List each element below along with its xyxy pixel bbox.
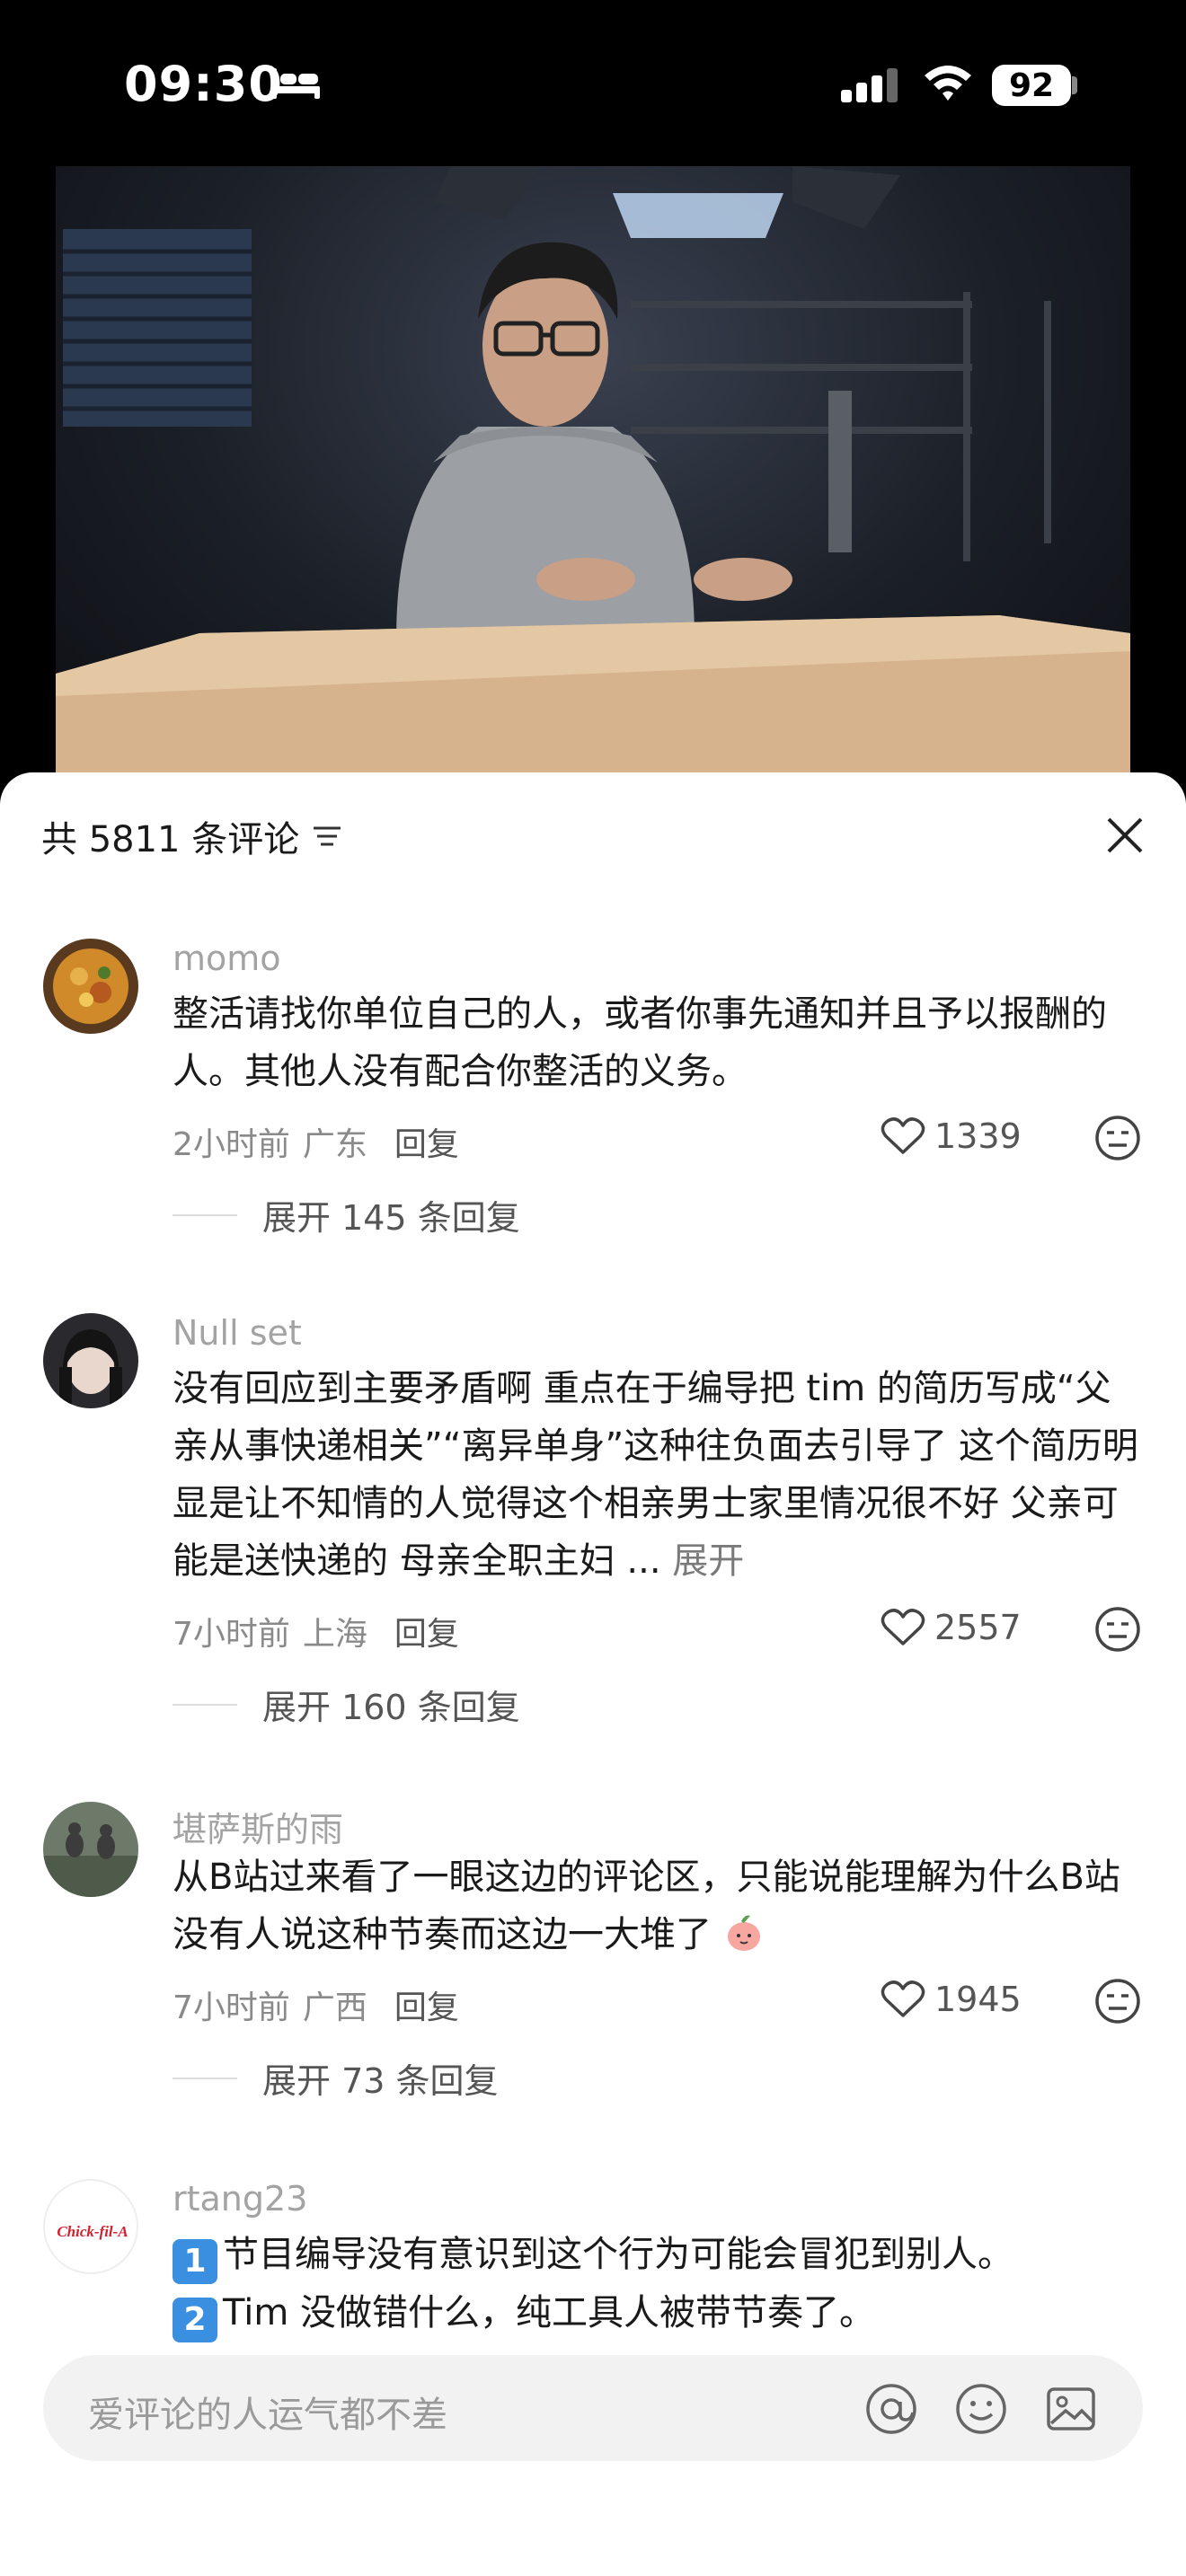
comment-time: 7小时前 [173,1616,290,1653]
emoji-smile-icon[interactable] [954,2382,1008,2436]
reply-button[interactable]: 回复 [394,1608,459,1654]
like-button[interactable]: 2557 [881,1608,1022,1647]
comment-text: 从B站过来看了一眼这边的评论区，只能说能理解为什么B站没有人说这种节奏而这边一大… [173,1857,1120,1955]
like-count: 1339 [934,1116,1022,1156]
dislike-face-icon[interactable] [1094,1978,1141,2025]
divider-line [173,1213,237,1216]
comment-content: 1 节目编导没有意识到这个行为可能会冒犯到别人。 2 Tim 没做错什么，纯工具人被… [173,2226,1143,2342]
reply-button[interactable]: 回复 [394,1981,459,2028]
comment-meta: 2小时前 广东 回复 [173,1118,459,1165]
comment-content: 没有回应到主要矛盾啊 重点在于编导把 tim 的简历写成“父亲从事快递相关”“离… [173,1360,1143,1590]
portrait-avatar-image [43,1313,138,1408]
comment-line-2: 2 Tim 没做错什么，纯工具人被带节奏了。 [173,2284,1143,2342]
expand-replies-label: 展开 73 条回复 [262,2061,499,2101]
comment-location: 广西 [302,1989,367,2026]
expand-replies-button[interactable]: 展开 73 条回复 [173,2053,499,2103]
video-player[interactable] [56,166,1130,777]
comment-meta: 7小时前 上海 回复 [173,1608,459,1654]
peach-face-emoji-icon [727,1915,760,1951]
mention-at-icon[interactable] [864,2382,918,2436]
comment-time: 7小时前 [173,1989,290,2026]
sort-filter-icon[interactable] [312,823,342,850]
status-time: 09:30 [124,56,283,112]
comment-input-bar[interactable]: 爱评论的人运气都不差 [43,2355,1143,2461]
comment-username[interactable]: momo [173,939,281,978]
comment-location: 上海 [302,1616,367,1653]
landscape-avatar-image [43,1802,138,1897]
food-avatar-image [43,939,138,1034]
avatar[interactable] [43,1802,138,1897]
expand-replies-button[interactable]: 展开 145 条回复 [173,1190,520,1239]
expand-text-link[interactable]: 展开 [672,1540,744,1582]
image-picker-icon[interactable] [1044,2382,1098,2436]
battery-tip [1072,76,1077,94]
like-count: 1945 [934,1980,1022,2019]
comments-header: 共 5811 条评论 [41,810,342,862]
comment-line-1: 1 节目编导没有意识到这个行为可能会冒犯到别人。 [173,2226,1143,2284]
comment-username[interactable]: 堪萨斯的雨 [173,1802,343,1851]
expand-replies-label: 展开 145 条回复 [262,1198,520,1238]
comments-count-title: 共 5811 条评论 [41,819,300,860]
cellular-signal-icon [841,68,898,102]
avatar[interactable] [43,939,138,1034]
comment-text: 整活请找你单位自己的人，或者你事先通知并且予以报酬的人。其他人没有配合你整活的义… [173,993,1107,1092]
heart-icon [881,1981,925,2017]
comment-meta: 7小时前 广西 回复 [173,1981,459,2028]
chick-fil-a-logo-avatar: Chick-fil-A [57,2223,128,2240]
expand-replies-label: 展开 160 条回复 [262,1688,520,1727]
video-frame [56,166,1130,777]
dislike-face-icon[interactable] [1094,1115,1141,1161]
comment-content: 从B站过来看了一眼这边的评论区，只能说能理解为什么B站没有人说这种节奏而这边一大… [173,1848,1143,1963]
keycap-number-badge: 1 [173,2239,217,2284]
heart-icon [881,1117,925,1154]
divider-line [173,2077,237,2079]
like-button[interactable]: 1945 [881,1980,1022,2019]
comment-username[interactable]: rtang23 [173,2179,307,2219]
avatar[interactable]: Chick-fil-A [43,2179,138,2274]
reply-button[interactable]: 回复 [394,1118,459,1165]
close-icon[interactable] [1102,812,1148,859]
dislike-face-icon[interactable] [1094,1606,1141,1653]
keycap-number-badge: 2 [173,2298,217,2342]
avatar[interactable] [43,1313,138,1408]
like-button[interactable]: 1339 [881,1116,1022,1156]
expand-replies-button[interactable]: 展开 160 条回复 [173,1680,520,1729]
like-count: 2557 [934,1608,1022,1647]
status-bar: 09:30 92 [0,0,1186,162]
sleep-focus-icon [271,68,320,99]
comment-line-1-text: 节目编导没有意识到这个行为可能会冒犯到别人。 [223,2234,1013,2275]
divider-line [173,1703,237,1706]
comment-location: 广东 [302,1126,367,1163]
svg-text:Chick-fil-A: Chick-fil-A [57,2223,128,2240]
comment-input-placeholder[interactable]: 爱评论的人运气都不差 [88,2386,447,2438]
heart-icon [881,1609,925,1645]
wifi-icon [925,66,971,101]
comment-line-2-text: Tim 没做错什么，纯工具人被带节奏了。 [223,2292,875,2333]
comment-text: 没有回应到主要矛盾啊 重点在于编导把 tim 的简历写成“父亲从事快递相关”“离… [173,1368,1138,1582]
comment-username[interactable]: Null set [173,1313,302,1353]
comment-time: 2小时前 [173,1126,290,1163]
battery-indicator: 92 [992,65,1071,106]
